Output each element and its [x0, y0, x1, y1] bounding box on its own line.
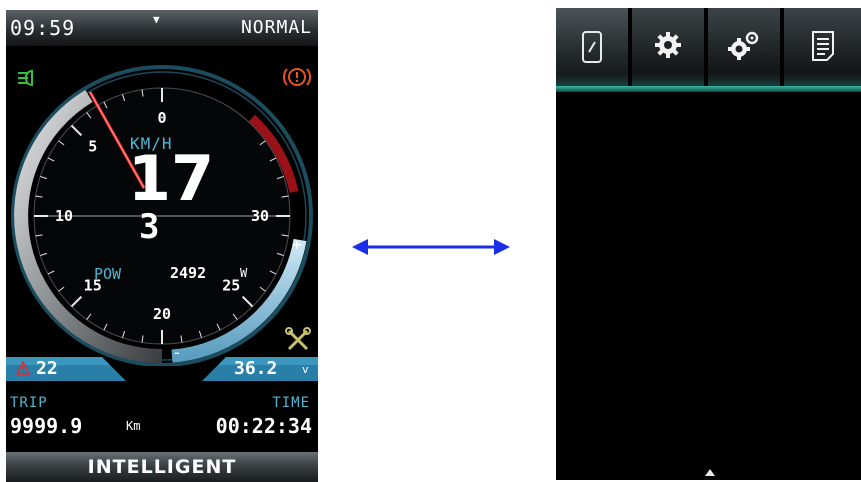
menu-bar-underline [556, 86, 861, 92]
power-value: 2492 [170, 264, 207, 282]
speed-tick-label: 25 [222, 276, 240, 294]
menu-screen [556, 8, 861, 480]
speed-value: 17 [127, 142, 215, 215]
trip-unit: Km [126, 419, 141, 433]
gears-icon [728, 31, 759, 60]
double-arrow-icon [352, 239, 510, 255]
speed-tick-label: 10 [55, 207, 73, 225]
dashboard-screen: 09:59 ▼ NORMAL 0 5 10 15 20 25 30 + - KM… [6, 10, 318, 482]
assist-mode-label: INTELLIGENT [87, 456, 237, 478]
voltage-value: 36.2 [234, 358, 278, 379]
speed-tick-label: 20 [153, 305, 171, 323]
alert-icon [16, 361, 30, 375]
riding-mode[interactable]: NORMAL [241, 17, 312, 38]
pulldown-icon[interactable]: ▼ [153, 13, 160, 26]
speed-tick-label: 30 [251, 207, 269, 225]
trip-label: TRIP [10, 395, 48, 411]
pull-up-icon[interactable] [704, 468, 716, 478]
menu-bar [556, 8, 861, 90]
time-value: 00:22:34 [215, 414, 312, 438]
assist-mode-footer[interactable]: INTELLIGENT [6, 452, 318, 482]
battery-plus-sign: + [292, 235, 302, 254]
voltage-unit: v [302, 363, 309, 376]
device-icon [582, 31, 602, 63]
menu-button-advanced-settings[interactable] [708, 8, 782, 88]
time-label: TIME [272, 395, 310, 411]
gear-value: 3 [139, 207, 160, 247]
speed-tick-label: 0 [157, 109, 166, 127]
speed-tick-label: 5 [88, 138, 97, 156]
trip-value: 9999.9 [10, 414, 83, 438]
battery-minus-sign: - [172, 343, 182, 362]
gear-icon [655, 32, 681, 58]
menu-button-settings[interactable] [632, 8, 706, 88]
status-bar: 09:59 ▼ NORMAL [6, 10, 318, 46]
power-label: POW [94, 265, 122, 283]
document-icon [811, 31, 834, 61]
temperature-value: 22 [36, 358, 58, 379]
power-unit: W [240, 266, 248, 280]
menu-button-device[interactable] [556, 8, 630, 88]
menu-button-info[interactable] [784, 8, 861, 88]
wrench-icon[interactable] [284, 326, 312, 354]
clock: 09:59 [10, 16, 76, 40]
